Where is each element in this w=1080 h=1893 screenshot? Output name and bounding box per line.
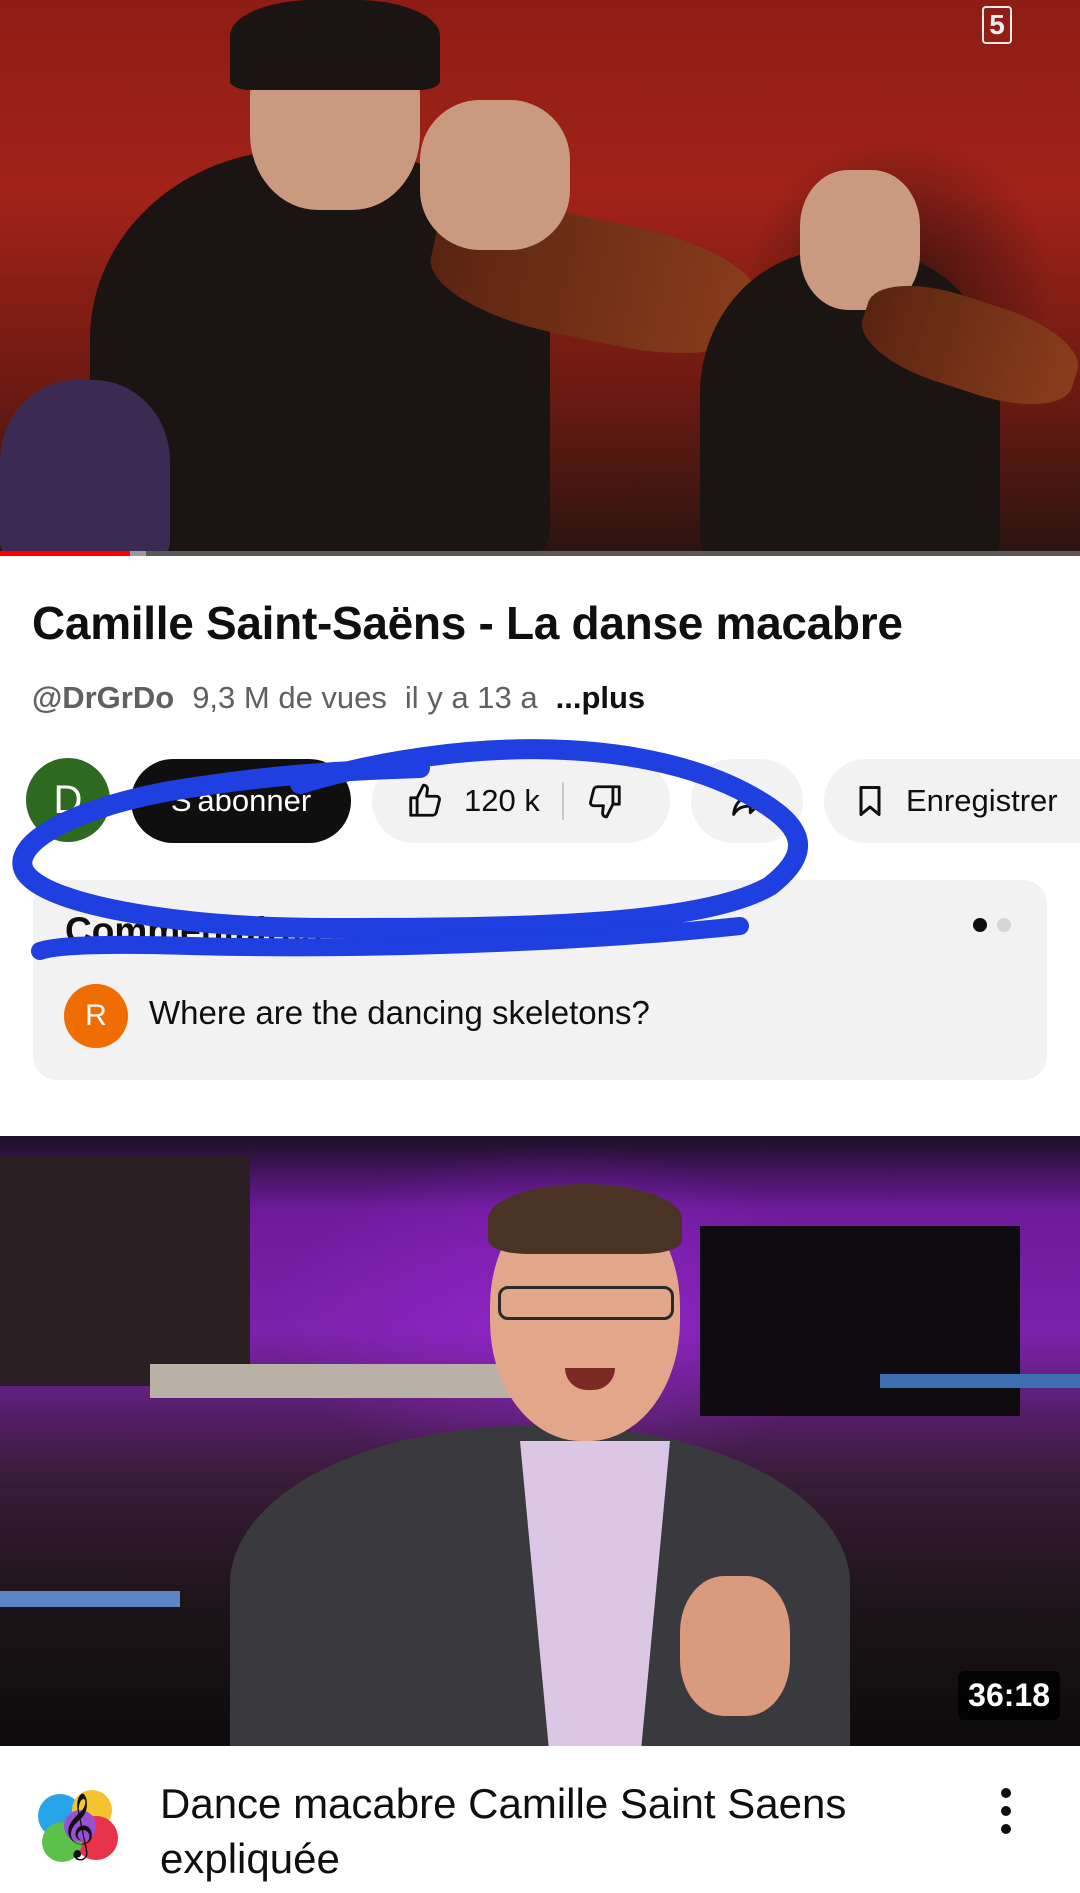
menu-dot: [1001, 1806, 1011, 1816]
channel-avatar[interactable]: D: [26, 758, 110, 842]
top-comment-text: Where are the dancing skeletons?: [149, 994, 650, 1031]
channel-handle[interactable]: @DrGrDo: [32, 680, 174, 715]
video-meta[interactable]: @DrGrDo 9,3 M de vues il y a 13 a ...plus: [32, 680, 663, 716]
video-info-sheet: Camille Saint-Saëns - La danse macabre @…: [0, 556, 1080, 1136]
player-scene: [420, 100, 570, 250]
treble-clef-icon[interactable]: 𝄞: [30, 1776, 126, 1872]
thumbnail-scene: [680, 1576, 790, 1716]
comment-avatar: R: [64, 984, 128, 1048]
comments-count: 3,5 k: [332, 915, 400, 950]
thumbnail-scene: [880, 1374, 1080, 1388]
player-scene: [0, 380, 170, 556]
subscribe-button[interactable]: S'abonner: [131, 759, 351, 843]
thumbs-up-icon[interactable]: [406, 782, 444, 820]
carousel-dot: [997, 918, 1011, 932]
player-scene: [230, 0, 440, 90]
save-button[interactable]: Enregistrer: [824, 759, 1080, 843]
menu-dot: [1001, 1788, 1011, 1798]
duration-badge: 36:18: [958, 1671, 1060, 1720]
broadcaster-logo: 5: [982, 6, 1012, 44]
recommended-thumbnail[interactable]: 36:18: [0, 1136, 1080, 1746]
menu-dot: [1001, 1824, 1011, 1834]
comments-title: Commentaires: [65, 910, 323, 951]
carousel-dot-active: [973, 918, 987, 932]
like-count[interactable]: 120 k: [464, 783, 540, 819]
comments-heading: Commentaires 3,5 k: [65, 910, 399, 952]
share-icon: [727, 781, 767, 821]
carousel-indicator: [973, 918, 1011, 932]
action-row: D S'abonner 120 k Enregistrer: [0, 758, 1080, 844]
recommended-info-row: 𝄞 Dance macabre Camille Saint Saens expl…: [0, 1746, 1080, 1893]
save-label: Enregistrer: [906, 783, 1058, 818]
thumbnail-scene: [488, 1184, 682, 1254]
thumbs-down-icon[interactable]: [586, 782, 624, 820]
thumbnail-scene: [150, 1364, 530, 1398]
bookmark-icon: [852, 782, 888, 820]
svg-text:𝄞: 𝄞: [61, 1793, 94, 1860]
like-divider: [561, 782, 564, 820]
comments-card[interactable]: Commentaires 3,5 k R Where are the dancin…: [33, 880, 1047, 1080]
recommended-title[interactable]: Dance macabre Camille Saint Saens expliq…: [160, 1776, 920, 1886]
video-player[interactable]: 5: [0, 0, 1080, 556]
thumbnail-scene: [0, 1591, 180, 1607]
view-count: 9,3 M de vues: [192, 680, 387, 715]
more-button[interactable]: ...plus: [556, 680, 646, 715]
upload-age: il y a 13 a: [404, 680, 538, 715]
like-dislike-pill: 120 k: [372, 759, 670, 843]
video-title[interactable]: Camille Saint-Saëns - La danse macabre: [32, 596, 903, 650]
more-vert-icon[interactable]: [986, 1782, 1026, 1842]
thumbnail-scene: [498, 1286, 674, 1320]
share-button[interactable]: [691, 759, 803, 843]
thumbnail-scene: [0, 1156, 250, 1386]
